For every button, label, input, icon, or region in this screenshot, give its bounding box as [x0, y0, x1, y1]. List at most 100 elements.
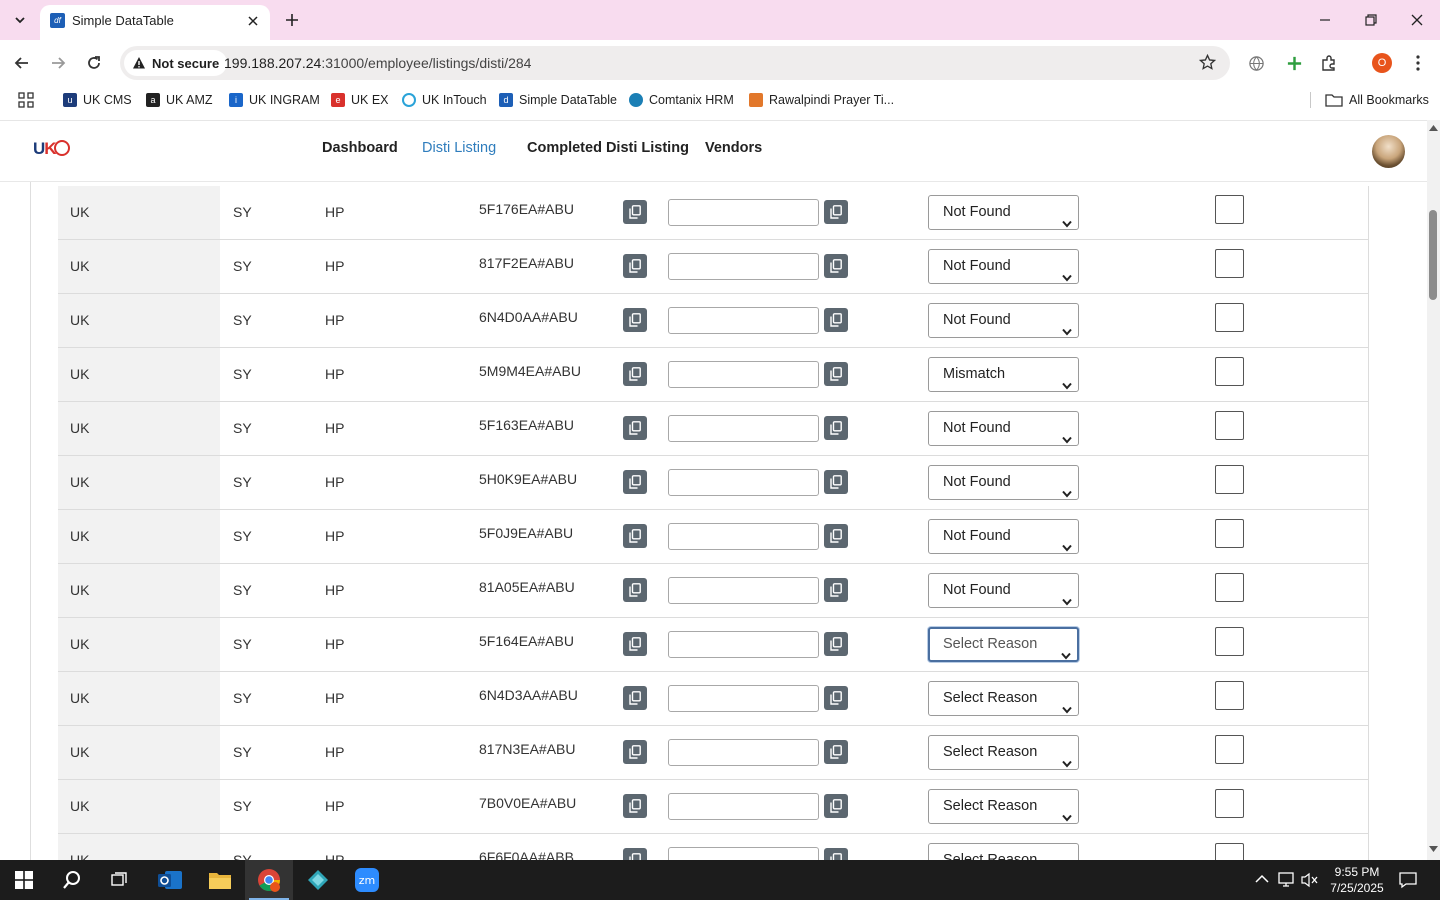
- tab-close-button[interactable]: [244, 12, 262, 30]
- row-checkbox[interactable]: [1215, 357, 1244, 386]
- value-input[interactable]: [668, 199, 819, 226]
- taskbar-file-explorer[interactable]: [196, 860, 244, 900]
- taskbar-zoom[interactable]: zm: [343, 860, 391, 900]
- value-input[interactable]: [668, 361, 819, 388]
- taskbar-outlook[interactable]: [146, 860, 194, 900]
- taskbar-search-button[interactable]: [48, 860, 96, 900]
- row-checkbox[interactable]: [1215, 465, 1244, 494]
- copy-value-button[interactable]: [824, 794, 848, 818]
- copy-value-button[interactable]: [824, 524, 848, 548]
- reason-select[interactable]: Mismatch: [928, 357, 1079, 392]
- value-input[interactable]: [668, 739, 819, 766]
- scrollbar-thumb[interactable]: [1429, 210, 1437, 300]
- back-button[interactable]: [9, 50, 35, 76]
- nav-dashboard[interactable]: Dashboard: [322, 140, 398, 156]
- profile-avatar-button[interactable]: O: [1372, 53, 1392, 73]
- task-view-button[interactable]: [96, 860, 144, 900]
- reason-select[interactable]: Not Found: [928, 195, 1079, 230]
- copy-value-button[interactable]: [824, 470, 848, 494]
- reason-select[interactable]: Select Reason: [928, 843, 1079, 860]
- reason-select[interactable]: Select Reason: [928, 735, 1079, 770]
- user-avatar[interactable]: [1372, 135, 1405, 168]
- taskbar-chrome[interactable]: [245, 860, 293, 900]
- bookmark-item[interactable]: u UK CMS: [63, 91, 132, 109]
- value-input[interactable]: [668, 685, 819, 712]
- minimize-button[interactable]: [1302, 0, 1348, 40]
- copy-sku-button[interactable]: [623, 794, 647, 818]
- value-input[interactable]: [668, 793, 819, 820]
- system-clock[interactable]: 9:55 PM 7/25/2025: [1322, 864, 1392, 896]
- value-input[interactable]: [668, 415, 819, 442]
- row-checkbox[interactable]: [1215, 573, 1244, 602]
- copy-value-button[interactable]: [824, 578, 848, 602]
- reason-select[interactable]: Not Found: [928, 465, 1079, 500]
- new-tab-button[interactable]: [280, 8, 304, 32]
- copy-value-button[interactable]: [824, 308, 848, 332]
- row-checkbox[interactable]: [1215, 735, 1244, 764]
- bookmark-item[interactable]: d Simple DataTable: [499, 91, 617, 109]
- tab-search-button[interactable]: [8, 8, 32, 32]
- nav-completed-disti-listing[interactable]: Completed Disti Listing: [527, 140, 689, 156]
- row-checkbox[interactable]: [1215, 195, 1244, 224]
- copy-value-button[interactable]: [824, 362, 848, 386]
- row-checkbox[interactable]: [1215, 681, 1244, 710]
- page-scrollbar[interactable]: [1427, 120, 1440, 860]
- notification-icon[interactable]: [1398, 871, 1418, 889]
- copy-sku-button[interactable]: [623, 200, 647, 224]
- copy-value-button[interactable]: [824, 686, 848, 710]
- translate-button[interactable]: [1245, 52, 1267, 74]
- reason-select[interactable]: Not Found: [928, 411, 1079, 446]
- row-checkbox[interactable]: [1215, 303, 1244, 332]
- value-input[interactable]: [668, 307, 819, 334]
- row-checkbox[interactable]: [1215, 843, 1244, 860]
- app-logo[interactable]: UKUK: [33, 139, 70, 159]
- reason-select[interactable]: Not Found: [928, 573, 1079, 608]
- reason-select[interactable]: Select Reason: [928, 681, 1079, 716]
- volume-muted-icon[interactable]: [1301, 872, 1319, 888]
- reload-button[interactable]: [81, 50, 107, 76]
- bookmark-star-button[interactable]: [1198, 53, 1217, 76]
- row-checkbox[interactable]: [1215, 519, 1244, 548]
- copy-sku-button[interactable]: [623, 470, 647, 494]
- bookmark-item[interactable]: e UK EX: [331, 91, 389, 109]
- restore-button[interactable]: [1348, 0, 1394, 40]
- copy-value-button[interactable]: [824, 740, 848, 764]
- reason-select[interactable]: Select Reason: [928, 789, 1079, 824]
- bookmark-item[interactable]: Rawalpindi Prayer Ti...: [749, 91, 894, 109]
- bookmark-item[interactable]: UK InTouch: [402, 91, 487, 109]
- value-input[interactable]: [668, 523, 819, 550]
- browser-tab-active[interactable]: df Simple DataTable: [40, 5, 270, 40]
- copy-sku-button[interactable]: [623, 686, 647, 710]
- all-bookmarks-button[interactable]: All Bookmarks: [1325, 91, 1429, 109]
- close-window-button[interactable]: [1394, 0, 1440, 40]
- bookmark-item[interactable]: a UK AMZ: [146, 91, 213, 109]
- bookmark-item[interactable]: i UK INGRAM: [229, 91, 320, 109]
- url-text[interactable]: 199.188.207.24:31000/employee/listings/d…: [224, 55, 531, 71]
- value-input[interactable]: [668, 631, 819, 658]
- copy-sku-button[interactable]: [623, 578, 647, 602]
- bookmark-item[interactable]: Comtanix HRM: [629, 91, 734, 109]
- copy-sku-button[interactable]: [623, 524, 647, 548]
- chevron-up-icon[interactable]: [1255, 874, 1269, 884]
- reason-select[interactable]: Not Found: [928, 249, 1079, 284]
- copy-value-button[interactable]: [824, 254, 848, 278]
- copy-sku-button[interactable]: [623, 416, 647, 440]
- value-input[interactable]: [668, 253, 819, 280]
- security-chip[interactable]: Not secure: [124, 50, 228, 76]
- reason-select[interactable]: Not Found: [928, 519, 1079, 554]
- apps-button[interactable]: [18, 91, 34, 109]
- taskbar-app[interactable]: [294, 860, 342, 900]
- row-checkbox[interactable]: [1215, 789, 1244, 818]
- reason-select[interactable]: Select Reason: [928, 627, 1079, 662]
- copy-sku-button[interactable]: [623, 254, 647, 278]
- row-checkbox[interactable]: [1215, 411, 1244, 440]
- copy-value-button[interactable]: [824, 632, 848, 656]
- copy-value-button[interactable]: [824, 200, 848, 224]
- network-icon[interactable]: [1278, 872, 1296, 888]
- copy-sku-button[interactable]: [623, 632, 647, 656]
- copy-sku-button[interactable]: [623, 848, 647, 860]
- address-bar[interactable]: Not secure 199.188.207.24:31000/employee…: [120, 46, 1230, 80]
- row-checkbox[interactable]: [1215, 627, 1244, 656]
- nav-vendors[interactable]: Vendors: [705, 140, 762, 156]
- copy-value-button[interactable]: [824, 416, 848, 440]
